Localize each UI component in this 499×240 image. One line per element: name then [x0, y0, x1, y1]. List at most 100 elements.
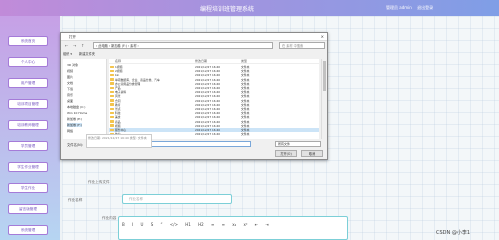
sidebar-item-profile[interactable]: 个人中心	[8, 57, 48, 67]
column-date[interactable]: 修改日期	[195, 59, 207, 63]
folder-icon	[110, 90, 114, 94]
homework-name-placeholder: 作业名称	[129, 197, 143, 201]
dialog-toolbar: 组织 ▾ 新建文件夹	[63, 51, 325, 57]
file-row[interactable]: 产品 2021/12/27 16:40 文件夹	[109, 86, 319, 90]
cancel-button[interactable]: 取消	[301, 150, 323, 157]
file-upload-label: 作业上传文件	[88, 180, 110, 184]
new-folder-button[interactable]: 新建文件夹	[79, 52, 95, 56]
search-input[interactable]: 在 素材 中搜索	[279, 42, 325, 49]
underline-icon[interactable]: U	[141, 222, 144, 227]
bold-icon[interactable]: B	[122, 222, 125, 227]
folder-icon	[110, 111, 114, 115]
folder-icon	[110, 124, 114, 127]
file-row[interactable]: 合同 2021/12/27 16:40 文件夹	[109, 99, 319, 103]
sidebar-item-home[interactable]: 系统首页	[8, 36, 48, 46]
user-info: 管理员 admin 退出登录	[386, 5, 437, 11]
file-row[interactable]: 商品 2021/12/27 16:40 文件夹	[109, 120, 319, 124]
tree-item-downloads[interactable]: 下载	[67, 87, 73, 91]
tree-item-desktop[interactable]: 桌面	[67, 99, 73, 103]
tree-item-win10[interactable]: Win 10 Home	[67, 111, 87, 115]
sidebar-item-homework-mgmt[interactable]: 学生作业管理	[8, 162, 48, 172]
h2-icon[interactable]: H2	[198, 222, 204, 227]
file-row[interactable]: 1视频 2021/12/27 16:40 文件夹	[109, 65, 319, 69]
navigation-tree: 3D 对象 视频 图片 文档 下载 音乐 桌面 本地磁盘 (C:) Win 10…	[63, 59, 107, 139]
dialog-title-bar: 打开 ×	[61, 33, 327, 41]
outdent-icon[interactable]: ⇤	[255, 222, 258, 227]
subscript-icon[interactable]: x₂	[232, 222, 236, 227]
sidebar-item-students[interactable]: 学员管理	[8, 141, 48, 151]
up-arrow-icon[interactable]: ↑	[81, 43, 84, 48]
tree-item-pictures[interactable]: 图片	[67, 75, 73, 79]
watermark: CSDN @小李1	[436, 230, 471, 236]
file-row[interactable]: 景点 2021/12/27 16:40 文件夹	[109, 107, 319, 111]
column-type[interactable]: 类型	[241, 59, 247, 63]
tree-item-f-drive[interactable]: 新加卷 (F:)	[67, 123, 82, 127]
h1-icon[interactable]: H1	[185, 222, 191, 227]
file-row[interactable]: 风景 2021/12/27 16:40 文件夹	[109, 94, 319, 98]
bullet-list-icon[interactable]: ≡	[222, 222, 225, 227]
editor-toolbar: B I U S “ </> H1 H2 ≡ ≡ x₂ x² ⇤ ⇥	[122, 222, 342, 229]
logout-link[interactable]: 退出登录	[417, 5, 433, 10]
file-row[interactable]: 2视频 2021/12/27 16:40 文件夹	[109, 69, 319, 73]
app-title: 编程培训班管理系统	[200, 6, 255, 13]
tree-item-e-drive[interactable]: 新加卷 (E:)	[67, 117, 82, 121]
file-type-filter[interactable]: 所有文件	[275, 141, 321, 147]
address-bar[interactable]: › 此电脑 › 新加卷 (F:) › 素材 ›	[93, 42, 273, 49]
tree-item-documents[interactable]: 文档	[67, 81, 73, 85]
file-date: 2021/12/27 16:40	[195, 132, 221, 137]
forward-arrow-icon[interactable]: →	[73, 43, 76, 48]
organize-button[interactable]: 组织 ▾	[63, 52, 72, 56]
quote-icon[interactable]: “	[161, 222, 163, 227]
welcome-text: 管理员 admin	[386, 5, 412, 10]
column-name[interactable]: 名称	[115, 59, 121, 63]
strikethrough-icon[interactable]: S	[151, 222, 154, 227]
folder-icon	[110, 73, 114, 77]
sidebar-item-teachers[interactable]: 培训教师管理	[8, 120, 48, 130]
folder-icon	[110, 78, 114, 81]
tree-item-network[interactable]: 网络	[67, 129, 73, 133]
file-row[interactable]: 视频 2021/12/27 16:40 文件夹	[109, 124, 319, 128]
file-row[interactable]: 电子资料 2021/12/27 16:40 文件夹	[109, 90, 319, 94]
sidebar-item-system[interactable]: 系统管理	[8, 225, 48, 235]
indent-icon[interactable]: ⇥	[265, 222, 268, 227]
tree-item-c-drive[interactable]: 本地磁盘 (C:)	[67, 105, 85, 109]
close-icon[interactable]: ×	[321, 34, 324, 39]
top-bar: 编程培训班管理系统 管理员 admin 退出登录	[0, 0, 499, 16]
sidebar-item-users[interactable]: 用户管理	[8, 78, 48, 88]
file-list-header: 名称 修改日期 类型	[109, 59, 319, 64]
file-row[interactable]: 美食 2021/12/27 16:40 文件夹	[109, 115, 319, 119]
file-type: 文件夹	[241, 132, 250, 137]
sidebar-item-homework[interactable]: 学生作业	[8, 183, 48, 193]
folder-icon	[110, 65, 114, 69]
code-icon[interactable]: </>	[170, 222, 178, 227]
tree-item-videos[interactable]: 视频	[67, 69, 73, 73]
homework-name-input[interactable]: 作业名称	[122, 194, 232, 204]
file-row[interactable]: bin 2021/12/27 16:40 文件夹	[109, 73, 319, 77]
dialog-title: 打开	[69, 35, 76, 39]
file-row[interactable]: 单项数据库、企业、商品分类、汽车 2021/12/27 16:40 文件夹	[109, 78, 319, 82]
file-row[interactable]: 服务中心 2021/12/27 16:40 文件夹	[109, 128, 319, 132]
folder-icon	[110, 99, 114, 102]
filename-label: 文件名(N):	[67, 143, 84, 147]
sidebar: 系统首页 个人中心 用户管理 培训项目管理 培训教师管理 学员管理 学生作业管理…	[0, 16, 60, 240]
file-row[interactable]: 科技 2021/12/27 16:40 文件夹	[109, 111, 319, 115]
folder-icon	[110, 69, 114, 73]
sidebar-item-messages[interactable]: 留言版管理	[8, 204, 48, 214]
file-row[interactable]: 教育 2021/12/27 16:40 文件夹	[109, 103, 319, 107]
file-list-scrollbar[interactable]	[321, 59, 326, 139]
folder-icon	[110, 94, 114, 98]
tree-item-3d-objects[interactable]: 3D 对象	[67, 63, 78, 67]
folder-icon	[110, 107, 114, 111]
open-button[interactable]: 打开(O)	[275, 150, 297, 157]
folder-icon	[110, 82, 114, 85]
tree-item-music[interactable]: 音乐	[67, 93, 73, 97]
back-arrow-icon[interactable]: ←	[65, 43, 68, 48]
file-row[interactable]: 办公室用品分类管理 2021/12/27 16:40 文件夹	[109, 82, 319, 86]
file-list: 名称 修改日期 类型 1视频 2021/12/27 16:40 文件夹 2视频 2021…	[109, 59, 319, 139]
scroll-thumb[interactable]	[323, 61, 326, 91]
sidebar-item-projects[interactable]: 培训项目管理	[8, 99, 48, 109]
folder-icon	[110, 120, 114, 123]
italic-icon[interactable]: I	[132, 222, 133, 227]
ordered-list-icon[interactable]: ≡	[211, 222, 214, 227]
superscript-icon[interactable]: x²	[243, 222, 247, 227]
